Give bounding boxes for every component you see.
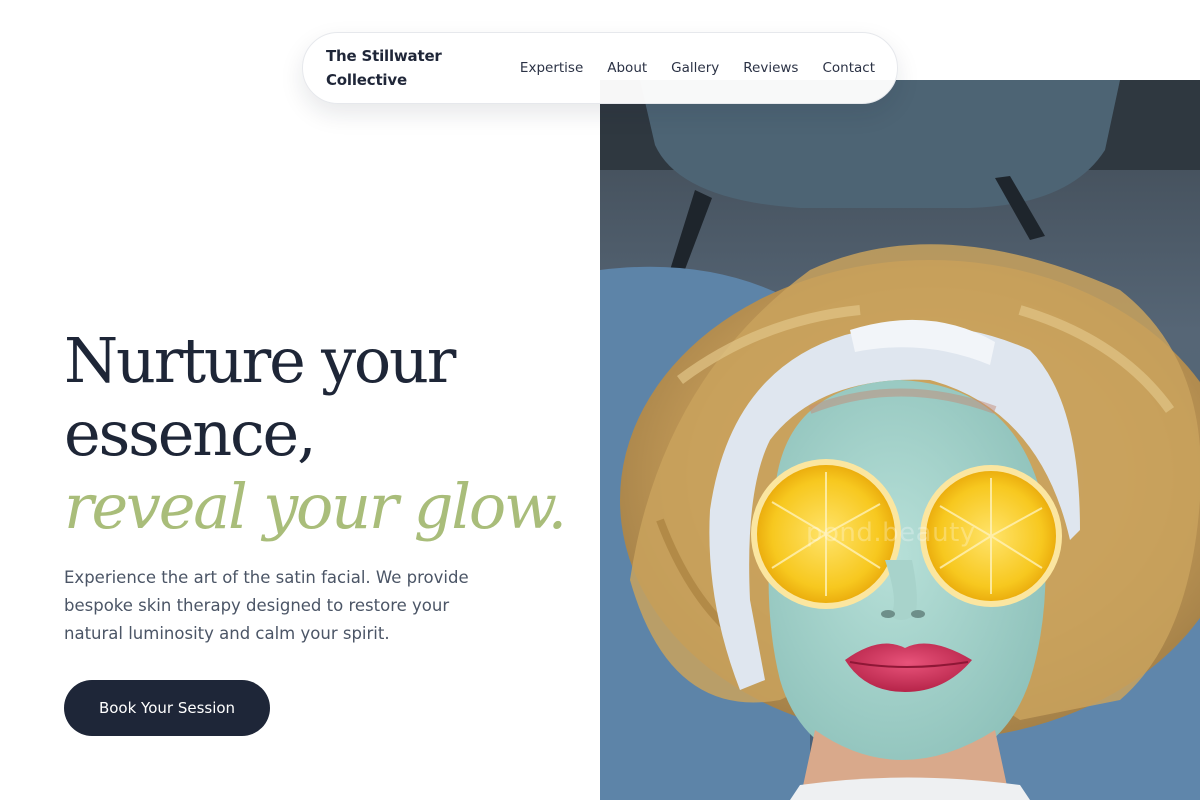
- nav-link-contact[interactable]: Contact: [822, 60, 875, 76]
- book-session-button[interactable]: Book Your Session: [64, 680, 270, 736]
- nav-link-expertise[interactable]: Expertise: [520, 60, 583, 76]
- headline-accent: reveal your glow.: [64, 470, 567, 543]
- brand-name-line2: Collective: [326, 71, 407, 89]
- nav-link-reviews[interactable]: Reviews: [743, 60, 798, 76]
- brand-logo[interactable]: The Stillwater Collective: [326, 44, 476, 92]
- hero-headline: Nurture your essence, reveal your glow.: [64, 324, 567, 543]
- nav-links: Expertise About Gallery Reviews Contact: [520, 60, 875, 76]
- nav-link-gallery[interactable]: Gallery: [671, 60, 719, 76]
- landing-page: pond.beauty The Stillwater Collective Ex…: [0, 0, 1200, 800]
- brand-name-line1: The Stillwater: [326, 47, 442, 65]
- nav-link-about[interactable]: About: [607, 60, 647, 76]
- image-watermark: pond.beauty: [806, 518, 976, 548]
- headline-line2: essence,: [64, 397, 317, 470]
- headline-line1: Nurture your: [64, 324, 456, 397]
- top-navigation: The Stillwater Collective Expertise Abou…: [302, 32, 898, 104]
- hero-description: Experience the art of the satin facial. …: [64, 568, 469, 643]
- hero-image: [600, 80, 1200, 800]
